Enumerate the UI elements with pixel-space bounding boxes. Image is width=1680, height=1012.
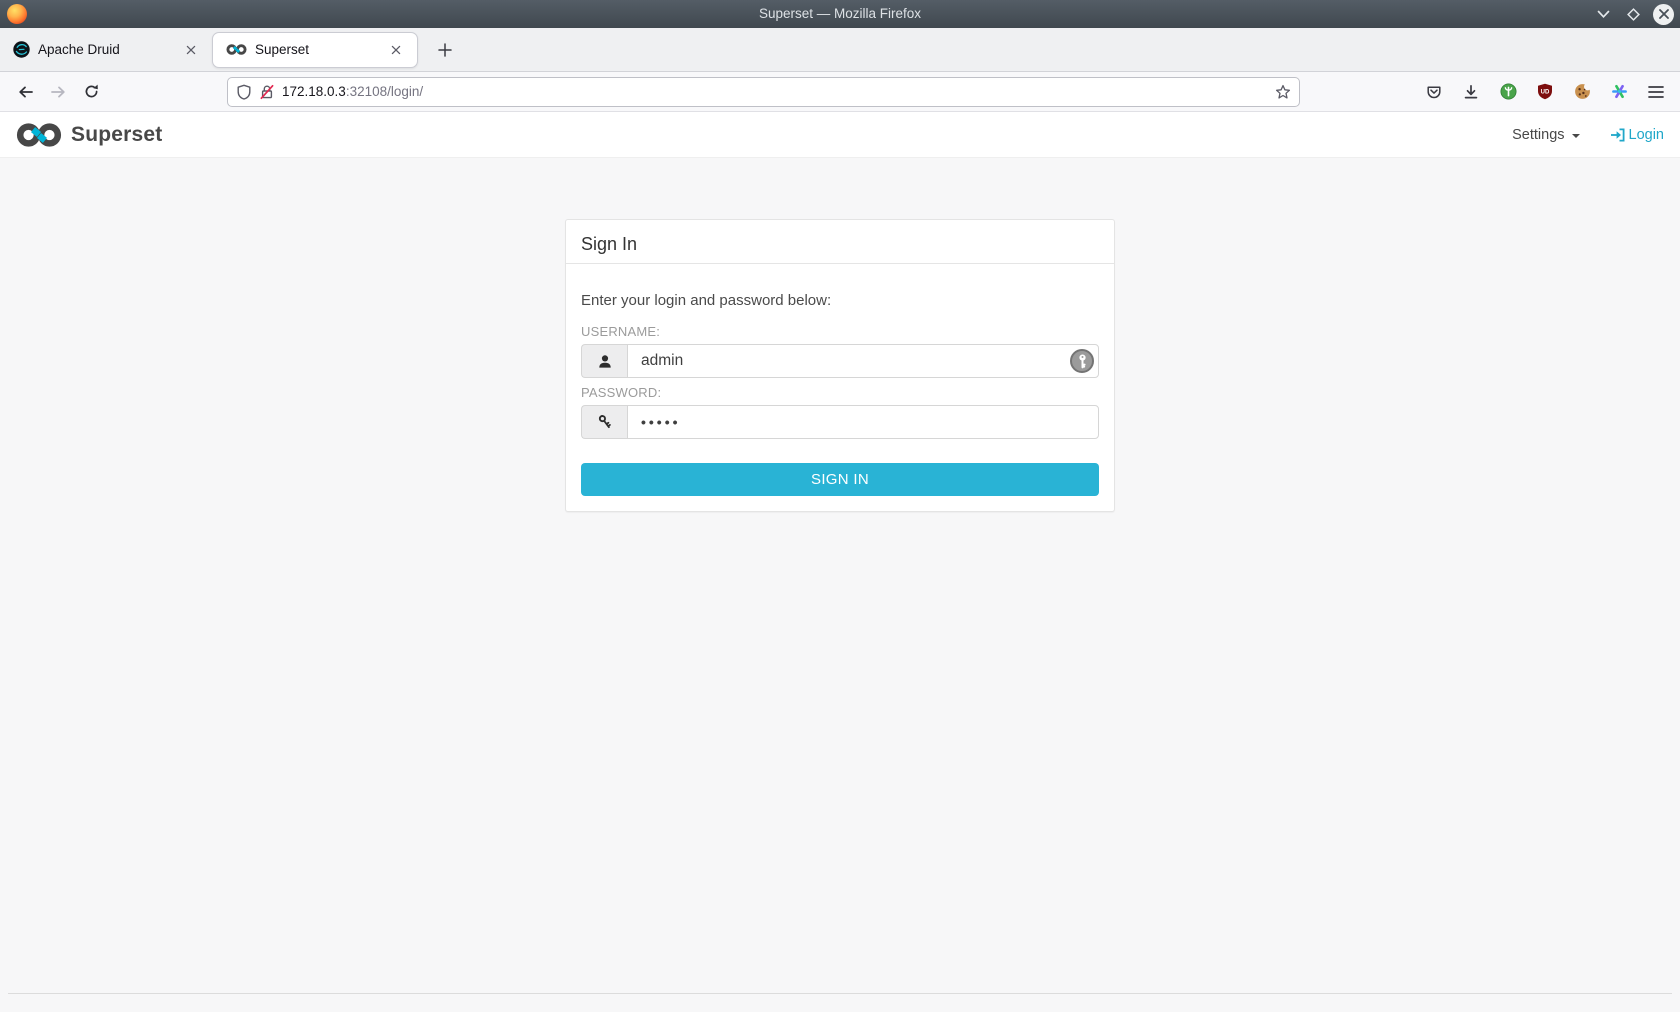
close-icon <box>1658 9 1669 19</box>
password-label: PASSWORD: <box>581 385 662 400</box>
password-addon <box>581 405 627 439</box>
druid-favicon <box>13 41 30 58</box>
page-content: Sign In Enter your login and password be… <box>0 158 1680 1012</box>
key-icon <box>598 415 611 429</box>
superset-navbar: Superset Settings Login <box>0 112 1680 158</box>
insecure-lock-icon[interactable] <box>259 84 275 100</box>
sign-in-icon <box>1610 128 1625 141</box>
username-label: USERNAME: <box>581 324 661 339</box>
password-input[interactable] <box>627 405 1099 439</box>
close-icon <box>391 45 401 54</box>
bookmark-star-icon[interactable] <box>1275 84 1291 100</box>
tab-bar: Apache Druid Superset <box>0 28 1680 72</box>
settings-label: Settings <box>1512 126 1565 143</box>
menu-hamburger-icon[interactable] <box>1642 78 1670 106</box>
superset-infinity-icon <box>16 122 62 147</box>
ublock-shield-icon[interactable]: UD <box>1531 78 1559 106</box>
username-input-group <box>581 344 1099 378</box>
tab-superset[interactable]: Superset <box>212 31 418 68</box>
sign-in-panel: Sign In Enter your login and password be… <box>565 219 1115 512</box>
sign-in-button[interactable]: SIGN IN <box>581 463 1099 496</box>
password-manager-autofill-icon[interactable] <box>1070 349 1094 373</box>
panel-body: Enter your login and password below: USE… <box>566 264 1114 511</box>
brand-text: Superset <box>71 122 163 146</box>
tab-apache-druid[interactable]: Apache Druid <box>0 32 212 68</box>
back-arrow-icon <box>18 86 33 97</box>
close-button[interactable] <box>1653 3 1674 25</box>
panel-header: Sign In <box>566 220 1114 264</box>
forward-arrow-icon <box>50 86 65 97</box>
tab-close-button[interactable] <box>385 39 407 61</box>
window-title: Superset — Mozilla Firefox <box>758 6 922 21</box>
user-icon <box>598 354 611 368</box>
settings-menu[interactable]: Settings <box>1512 126 1580 143</box>
navbar-right: Settings Login <box>1512 127 1664 143</box>
toolbar-extensions-area: UD <box>1420 78 1670 106</box>
intro-text: Enter your login and password below: <box>581 292 832 309</box>
username-addon <box>581 344 627 378</box>
green-extension-icon[interactable] <box>1494 78 1522 106</box>
superset-favicon <box>226 44 247 55</box>
panel-title: Sign In <box>581 234 638 254</box>
tab-label: Apache Druid <box>38 42 120 57</box>
superset-logo[interactable]: Superset <box>16 121 162 149</box>
username-input[interactable] <box>627 344 1099 378</box>
reload-icon <box>85 84 98 98</box>
page-footer <box>0 993 1680 1012</box>
maximize-button[interactable] <box>1623 4 1643 24</box>
forward-button[interactable] <box>43 77 73 107</box>
url-text[interactable]: 172.18.0.3:32108/login/ <box>282 84 1268 99</box>
tab-close-button[interactable] <box>180 39 202 61</box>
footer-divider <box>8 993 1672 994</box>
browser-window: Superset — Mozilla Firefox Apache Druid <box>0 0 1680 1012</box>
colorful-asterisk-icon[interactable] <box>1605 78 1633 106</box>
browser-toolbar: 172.18.0.3:32108/login/ UD <box>0 72 1680 112</box>
minimize-button[interactable] <box>1593 4 1613 24</box>
window-controls <box>1593 0 1674 28</box>
reload-button[interactable] <box>76 77 106 107</box>
chevron-down-icon <box>1571 133 1580 138</box>
pocket-icon[interactable] <box>1420 78 1448 106</box>
close-icon <box>186 45 196 54</box>
window-titlebar: Superset — Mozilla Firefox <box>0 0 1680 28</box>
tracking-protection-shield-icon[interactable] <box>236 84 252 100</box>
diamond-icon <box>1626 7 1640 21</box>
downloads-icon[interactable] <box>1457 78 1485 106</box>
ublock-badge-text: UD <box>1541 90 1550 96</box>
chevron-down-icon <box>1597 10 1609 18</box>
back-button[interactable] <box>10 77 40 107</box>
tab-label: Superset <box>255 42 310 57</box>
login-label: Login <box>1628 126 1664 143</box>
cookie-icon[interactable] <box>1568 78 1596 106</box>
password-input-group <box>581 405 1099 439</box>
new-tab-button[interactable] <box>430 35 460 65</box>
url-bar[interactable]: 172.18.0.3:32108/login/ <box>227 76 1300 107</box>
url-host: 172.18.0.3 <box>282 84 346 99</box>
plus-icon <box>438 42 452 57</box>
login-link[interactable]: Login <box>1610 127 1664 143</box>
url-path: :32108/login/ <box>345 84 424 99</box>
